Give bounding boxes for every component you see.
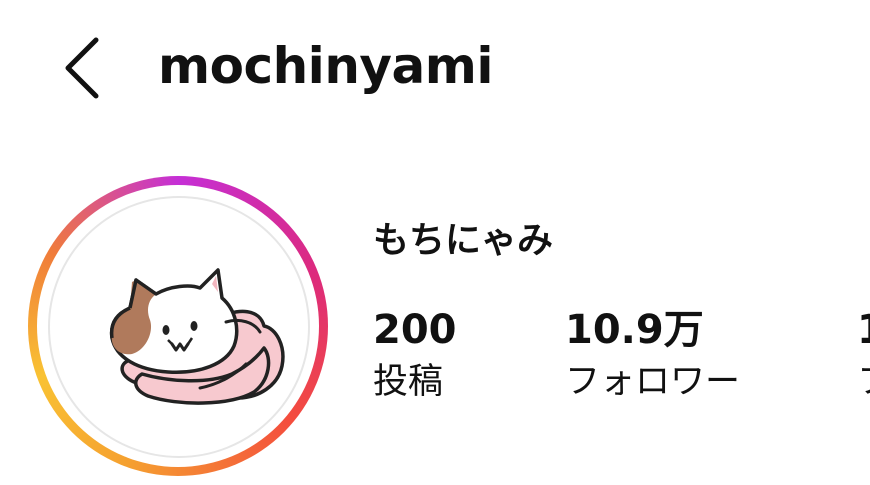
profile-header: mochinyami	[0, 0, 870, 130]
cat-avatar-illustration	[109, 268, 285, 405]
posts-count-value: 200	[373, 307, 457, 353]
profile-display-name: もちにゃみ	[373, 220, 554, 261]
posts-count[interactable]: 200 投稿	[373, 305, 457, 405]
page-title: mochinyami	[158, 37, 494, 95]
following-count[interactable]: 1 フ	[857, 305, 870, 405]
chevron-left-icon	[65, 37, 99, 99]
profile-avatar[interactable]	[28, 176, 328, 476]
followers-count[interactable]: 10.9万 フォロワー	[565, 305, 740, 405]
back-button[interactable]	[56, 34, 116, 104]
followers-count-value: 10.9万	[565, 307, 704, 353]
avatar	[48, 196, 310, 458]
followers-count-label: フォロワー	[565, 362, 741, 402]
following-count-value: 1	[857, 305, 870, 355]
following-count-label: フ	[857, 359, 870, 405]
posts-count-label: 投稿	[373, 362, 444, 402]
